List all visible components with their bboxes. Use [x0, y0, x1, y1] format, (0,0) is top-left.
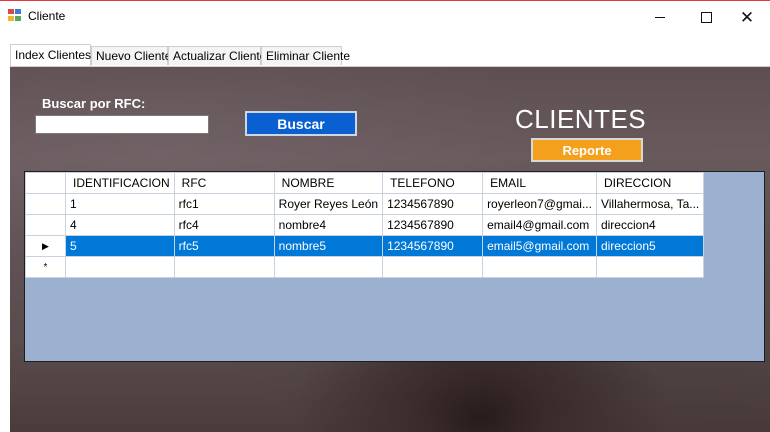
table-cell[interactable]: nombre5 [273, 235, 384, 257]
table-cell[interactable] [382, 256, 484, 278]
table-cell[interactable] [65, 256, 175, 278]
app-window: Cliente ✕ Index Clientes Nuevo Cliente A… [0, 0, 770, 432]
table-cell[interactable]: direccion5 [595, 235, 705, 257]
close-icon: ✕ [739, 7, 755, 27]
table-cell[interactable]: 4 [65, 214, 175, 236]
search-button[interactable]: Buscar [245, 111, 357, 136]
table-row[interactable]: 4 rfc4 nombre4 1234567890 email4@gmail.c… [25, 214, 705, 236]
row-header-new[interactable]: * [25, 256, 66, 278]
minimize-button[interactable] [637, 2, 683, 32]
form-icon [8, 9, 22, 22]
table-cell[interactable] [273, 256, 384, 278]
row-header-corner[interactable] [25, 172, 66, 194]
column-header[interactable]: TELEFONO [382, 172, 484, 194]
rfc-search-input[interactable] [35, 115, 209, 134]
table-cell[interactable]: 1234567890 [382, 214, 484, 236]
table-cell[interactable] [482, 256, 597, 278]
column-header[interactable]: RFC [173, 172, 275, 194]
tab-nuevo-cliente[interactable]: Nuevo Cliente [91, 46, 171, 65]
row-header[interactable] [25, 214, 66, 236]
maximize-button[interactable] [683, 2, 729, 32]
table-cell[interactable]: 1234567890 [382, 235, 484, 257]
header-row: IDENTIFICACION RFC NOMBRE TELEFONO EMAIL… [25, 172, 705, 194]
table-cell[interactable]: rfc1 [173, 193, 275, 215]
new-row[interactable]: * [25, 256, 705, 278]
row-header[interactable] [25, 193, 66, 215]
window-title: Cliente [28, 9, 66, 23]
row-header-current[interactable]: ▶ [25, 235, 66, 257]
column-header[interactable]: DIRECCION [595, 172, 705, 194]
tab-page-index-clientes: Buscar por RFC: Buscar CLIENTES Reporte … [10, 66, 770, 432]
current-row-icon: ▶ [42, 240, 49, 251]
table-cell[interactable]: 1 [65, 193, 175, 215]
table-cell[interactable] [173, 256, 275, 278]
page-title: CLIENTES [515, 104, 647, 134]
report-button[interactable]: Reporte [531, 138, 643, 162]
table-cell[interactable]: Villahermosa, Ta... [595, 193, 705, 215]
minimize-icon [655, 16, 665, 18]
column-header[interactable]: IDENTIFICACION [65, 172, 175, 194]
clients-table: IDENTIFICACION RFC NOMBRE TELEFONO EMAIL… [25, 172, 705, 278]
table-cell[interactable]: royerleon7@gmai... [482, 193, 597, 215]
new-row-icon: * [43, 261, 48, 273]
rfc-search-label: Buscar por RFC: [42, 96, 146, 111]
table-row[interactable]: 1 rfc1 Royer Reyes León 1234567890 royer… [25, 193, 705, 215]
column-header[interactable]: EMAIL [482, 172, 597, 194]
maximize-icon [700, 11, 712, 23]
table-cell[interactable]: 1234567890 [382, 193, 484, 215]
table-cell[interactable]: direccion4 [595, 214, 705, 236]
close-button[interactable]: ✕ [724, 2, 770, 32]
table-cell[interactable] [595, 256, 705, 278]
title-bar[interactable]: Cliente ✕ [0, 1, 770, 31]
tab-eliminar-cliente[interactable]: Eliminar Cliente [261, 46, 350, 65]
column-header[interactable]: NOMBRE [273, 172, 384, 194]
table-cell[interactable]: Royer Reyes León [273, 193, 384, 215]
table-cell[interactable]: email5@gmail.com [482, 235, 597, 257]
table-row-selected[interactable]: ▶ 5 rfc5 nombre5 1234567890 email5@gmail… [25, 235, 705, 257]
table-cell[interactable]: rfc4 [173, 214, 275, 236]
tab-index-clientes[interactable]: Index Clientes [10, 44, 91, 66]
tab-actualizar-cliente[interactable]: Actualizar Cliente [168, 46, 266, 65]
table-cell[interactable]: email4@gmail.com [482, 214, 597, 236]
clients-data-grid[interactable]: IDENTIFICACION RFC NOMBRE TELEFONO EMAIL… [24, 171, 765, 362]
table-cell[interactable]: nombre4 [273, 214, 384, 236]
table-cell[interactable]: 5 [65, 235, 175, 257]
table-cell[interactable]: rfc5 [173, 235, 275, 257]
